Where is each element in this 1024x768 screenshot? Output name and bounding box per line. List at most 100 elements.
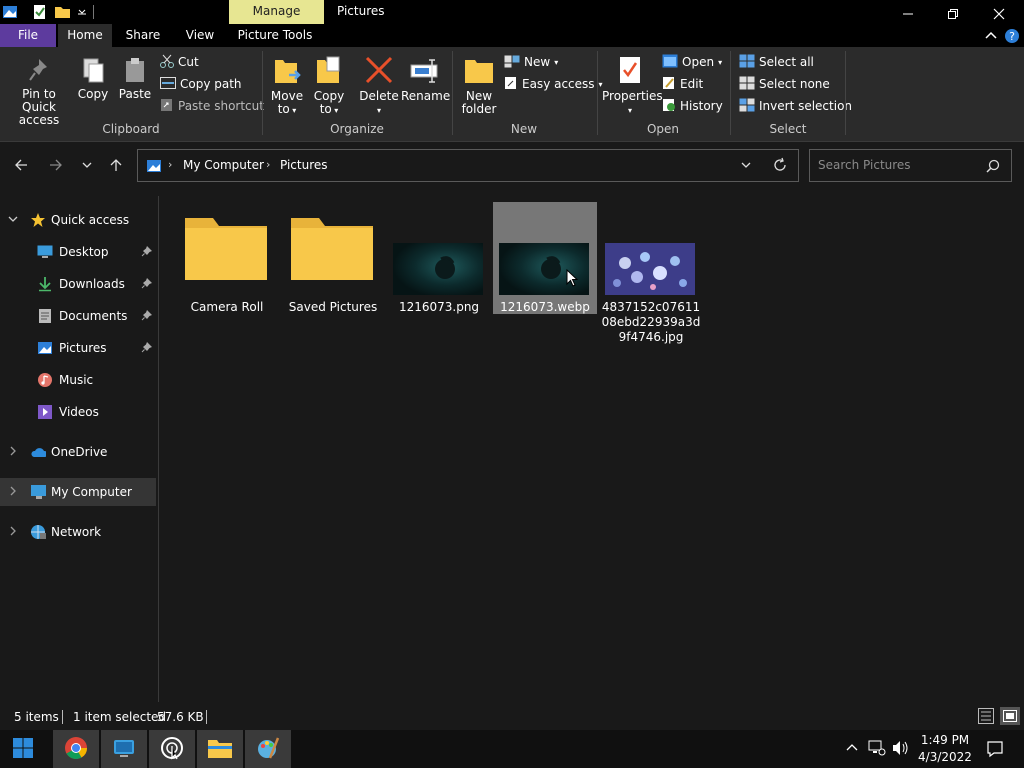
pin-label-line1: Pin to Quick	[22, 87, 56, 114]
ribbon: Pin to Quick access Copy Paste Cut Copy …	[0, 47, 1024, 142]
details-view-icon[interactable]	[978, 708, 994, 727]
large-icons-view-icon[interactable]	[1000, 707, 1020, 725]
file-item-camera-roll[interactable]: Camera Roll	[175, 202, 279, 314]
up-button[interactable]	[105, 155, 127, 177]
copy-icon	[76, 57, 110, 86]
select-all-button[interactable]: Select all	[739, 52, 814, 72]
collapsed-chevron-icon[interactable]	[8, 486, 18, 499]
pin-icon[interactable]	[141, 245, 153, 260]
address-dropdown-icon[interactable]	[740, 159, 752, 174]
recent-locations-button[interactable]	[76, 155, 98, 177]
pin-icon[interactable]	[141, 341, 153, 356]
file-item-1216073-webp[interactable]: 1216073.webp	[493, 202, 597, 314]
sidebar-item-pictures[interactable]: Pictures	[0, 334, 156, 362]
forward-button[interactable]	[45, 155, 67, 177]
taskbar-remote-desktop[interactable]	[101, 730, 147, 768]
invert-selection-button[interactable]: Invert selection	[739, 96, 852, 116]
tab-view[interactable]: View	[178, 24, 222, 47]
properties-icon[interactable]	[32, 4, 48, 20]
show-hidden-icons-icon[interactable]	[846, 742, 858, 757]
select-none-button[interactable]: Select none	[739, 74, 830, 94]
new-item-icon	[504, 54, 520, 71]
taskbar-chrome[interactable]	[53, 730, 99, 768]
sidebar-item-desktop[interactable]: Desktop	[0, 238, 156, 266]
tab-manage[interactable]: Manage	[229, 0, 324, 24]
collapse-ribbon-icon[interactable]	[984, 28, 998, 45]
notifications-icon[interactable]	[986, 740, 1004, 761]
easy-access-button[interactable]: Easy access ▾	[504, 74, 603, 94]
back-button[interactable]	[10, 155, 32, 177]
volume-icon[interactable]	[892, 740, 910, 759]
refresh-icon[interactable]	[772, 157, 788, 176]
sidebar-item-my-computer[interactable]: My Computer	[0, 478, 156, 506]
move-to-button[interactable]: Move to ▾	[270, 55, 304, 117]
breadcrumb-pictures[interactable]: Pictures	[280, 158, 328, 172]
new-item-button[interactable]: New ▾	[504, 52, 558, 72]
computer-icon	[30, 484, 46, 500]
paste-button[interactable]: Paste	[118, 57, 152, 101]
file-item-1216073-png[interactable]: 1216073.png	[387, 202, 491, 314]
sidebar-item-network[interactable]: Network	[0, 518, 156, 546]
taskbar-paint[interactable]	[245, 730, 291, 768]
sidebar-item-label: Network	[51, 525, 102, 539]
breadcrumb-my-computer[interactable]: My Computer	[183, 158, 264, 172]
address-bar[interactable]: › My Computer › Pictures	[137, 149, 799, 182]
system-clock[interactable]: 1:49 PM 4/3/2022	[914, 732, 976, 766]
sidebar-item-music[interactable]: Music	[0, 366, 156, 394]
help-icon[interactable]: ?	[1004, 28, 1020, 47]
file-explorer-icon	[207, 737, 233, 762]
search-icon[interactable]	[986, 159, 1000, 176]
copy-label: Copy	[77, 87, 109, 101]
sidebar-item-videos[interactable]: Videos	[0, 398, 156, 426]
pin-icon[interactable]	[141, 277, 153, 292]
breadcrumb-separator-icon: ›	[266, 158, 271, 171]
collapsed-chevron-icon[interactable]	[8, 446, 18, 459]
tab-share[interactable]: Share	[118, 24, 168, 47]
pin-to-quick-access-button[interactable]: Pin to Quick access	[4, 57, 74, 127]
search-box[interactable]	[809, 149, 1012, 182]
new-folder-button[interactable]: New folder	[458, 55, 500, 116]
copy-button[interactable]: Copy	[76, 57, 110, 101]
sidebar-item-label: OneDrive	[51, 445, 108, 459]
rename-button[interactable]: Rename	[401, 55, 450, 103]
sidebar-item-quick-access[interactable]: Quick access	[0, 206, 156, 234]
start-button[interactable]	[0, 730, 46, 768]
edit-button[interactable]: Edit	[662, 74, 703, 94]
cloud-icon	[30, 444, 46, 460]
copy-to-button[interactable]: Copy to ▾	[312, 55, 346, 117]
cut-button[interactable]: Cut	[160, 52, 199, 72]
delete-button[interactable]: Delete ▾	[359, 55, 399, 117]
tab-file[interactable]: File	[0, 24, 56, 47]
paste-shortcut-button[interactable]: Paste shortcut	[160, 96, 264, 116]
copy-path-button[interactable]: Copy path	[160, 74, 242, 94]
sidebar-item-documents[interactable]: Documents	[0, 302, 156, 330]
selection-count: 1 item selected	[73, 710, 167, 724]
dropdown-icon[interactable]	[74, 4, 90, 20]
titlebar-divider	[93, 5, 94, 19]
sidebar-item-downloads[interactable]: Downloads	[0, 270, 156, 298]
sidebar-item-onedrive[interactable]: OneDrive	[0, 438, 156, 466]
sidebar-item-label: Desktop	[59, 245, 109, 259]
new-folder-icon[interactable]	[54, 4, 70, 20]
file-item-saved-pictures[interactable]: Saved Pictures	[281, 202, 385, 314]
arrow-left-icon	[14, 158, 28, 175]
copy-to-line2: to	[319, 102, 332, 116]
network-status-icon[interactable]	[868, 740, 886, 759]
tab-home[interactable]: Home	[58, 24, 112, 47]
file-item-4837152c-jpg[interactable]: 4837152c0761108ebd22939a3d9f4746.jpg	[599, 202, 703, 344]
taskbar-cursor-app[interactable]	[149, 730, 195, 768]
open-icon	[662, 54, 678, 71]
paste-shortcut-icon	[160, 98, 174, 115]
search-input[interactable]	[818, 158, 978, 172]
history-button[interactable]: History	[662, 96, 723, 116]
taskbar-file-explorer[interactable]	[197, 730, 243, 768]
ribbon-divider	[730, 51, 731, 135]
select-all-icon	[739, 54, 755, 71]
properties-button[interactable]: Properties ▾	[602, 55, 663, 117]
collapsed-chevron-icon[interactable]	[8, 526, 18, 539]
tab-picture-tools[interactable]: Picture Tools	[232, 24, 318, 47]
expanded-chevron-icon[interactable]	[8, 214, 18, 227]
copy-to-icon	[312, 55, 346, 88]
open-button[interactable]: Open ▾	[662, 52, 722, 72]
pin-icon[interactable]	[141, 309, 153, 324]
